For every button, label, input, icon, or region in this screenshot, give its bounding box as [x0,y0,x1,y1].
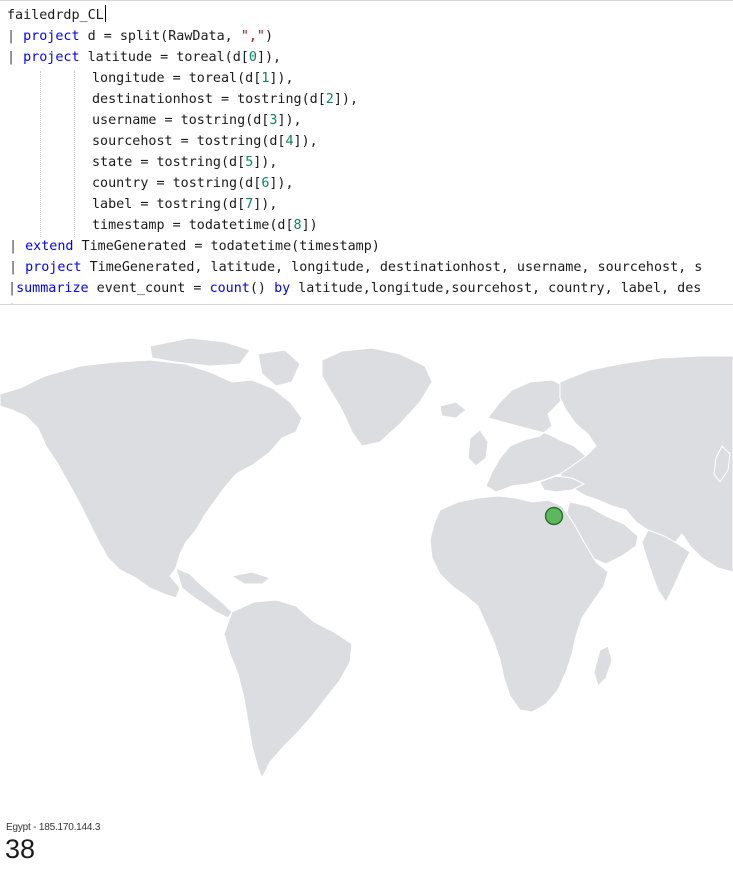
keyword-project: project [23,50,80,65]
query-line-9[interactable]: country = tostring(d[6]), [92,173,294,194]
line-code: longitude = toreal(d[ [92,71,262,86]
line-code-end: ]), [333,92,359,107]
query-line-14[interactable]: |summarize event_count = count() by lati… [8,278,701,299]
map-marker-egypt[interactable] [544,506,564,526]
line-code: username = tostring(d[ [92,113,270,128]
line-code-end: ]), [269,71,294,86]
query-line-13[interactable]: | project TimeGenerated, latitude, longi… [9,257,702,278]
indent-guide [40,71,41,237]
query-line-12[interactable]: | extend TimeGenerated = todatetime(time… [9,236,380,257]
keyword-extend: extend [25,239,74,254]
line-code: country = tostring(d[ [92,176,262,191]
query-line-15-partial: | [8,299,16,304]
line-code: event_count = [88,281,210,296]
indent-guide [74,71,75,237]
line-code: timestamp = todatetime(d[ [92,218,294,233]
world-map-canvas [0,337,733,780]
query-line-5[interactable]: destinationhost = tostring(d[2]), [92,89,358,110]
madagascar-shape [593,645,613,687]
keyword-by: by [274,281,291,296]
index-literal: 8 [293,218,302,233]
world-map[interactable] [0,306,733,820]
greenland-shape [321,347,433,447]
line-code-end: ]), [253,197,278,212]
britain-shape [467,429,489,467]
index-literal: 4 [285,134,294,149]
keyword-project: project [23,29,80,44]
pipe-operator: | [7,29,24,44]
query-line-4[interactable]: longitude = toreal(d[1]), [92,68,294,89]
line-code: d = split(RawData, [79,29,241,44]
line-code-end: ]) [301,218,318,233]
index-literal: 2 [325,92,334,107]
line-code-mid: () [249,281,275,296]
pipe-operator: | [8,281,17,296]
line-code-end: ]), [269,176,294,191]
keyword-project: project [25,260,82,275]
query-line-1[interactable]: failedrdp_CL [7,5,106,26]
north-america-shape [0,359,303,599]
india-shape [641,529,691,603]
line-code-end: ]), [293,134,318,149]
line-code-end: ]), [256,50,282,65]
query-table-name: failedrdp_CL [7,8,104,23]
query-line-10[interactable]: label = tostring(d[7]), [92,194,277,215]
line-code-end: ]), [277,113,302,128]
string-literal: "," [240,29,265,44]
text-cursor [104,5,106,22]
query-line-3[interactable]: | project latitude = toreal(d[0]), [7,47,281,68]
pipe-operator: | [9,260,26,275]
line-code: latitude = toreal(d[ [79,50,249,65]
line-code-end: ) [265,29,274,44]
index-literal: 0 [248,50,257,65]
query-line-2[interactable]: | project d = split(RawData, ",") [7,26,273,47]
line-code-end: latitude,longitude,sourcehost, country, … [290,281,702,296]
query-line-6[interactable]: username = tostring(d[3]), [92,110,302,131]
query-editor[interactable]: failedrdp_CL | project d = split(RawData… [0,0,733,305]
line-code: destinationhost = tostring(d[ [92,92,326,107]
query-line-7[interactable]: sourcehost = tostring(d[4]), [92,131,318,152]
line-code: TimeGenerated, latitude, longitude, dest… [81,260,703,275]
function-count: count [209,281,250,296]
pipe-operator: | [9,239,26,254]
line-code: label = tostring(d[ [92,197,246,212]
south-america-shape [223,599,353,780]
iceland-shape [439,401,467,419]
query-line-11[interactable]: timestamp = todatetime(d[8]) [92,215,318,236]
marker-label: Egypt - 185.170.144.3 [6,822,101,833]
line-code: TimeGenerated = todatetime(timestamp) [73,239,380,254]
line-code: sourcehost = tostring(d[ [92,134,286,149]
line-code: state = tostring(d[ [92,155,246,170]
event-count: 38 [5,834,36,864]
caribbean-shape [230,571,272,585]
baffin-island-shape [257,349,301,387]
line-code-end: ]), [253,155,278,170]
central-america-shape [175,567,233,619]
pipe-operator: | [7,50,24,65]
keyword-summarize: summarize [16,281,89,296]
query-line-8[interactable]: state = tostring(d[5]), [92,152,277,173]
